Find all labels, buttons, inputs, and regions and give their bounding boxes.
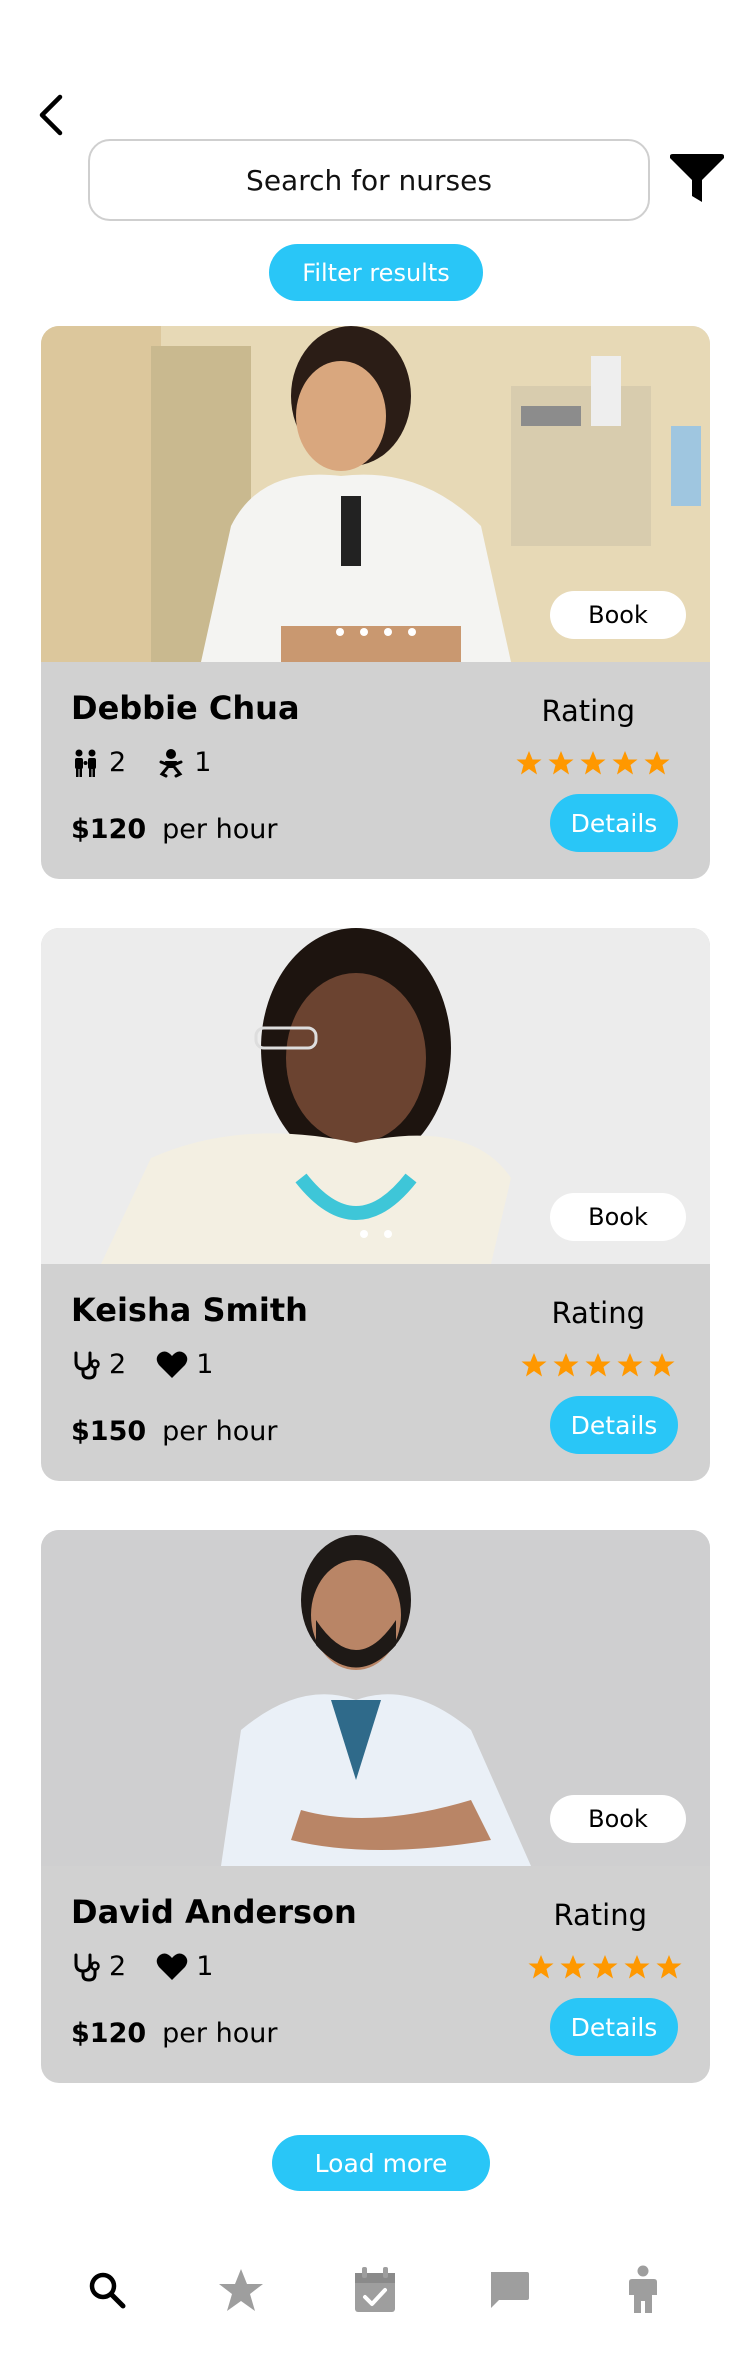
star-icon: [617, 1353, 643, 1377]
pagination-dot[interactable]: [335, 628, 344, 636]
nurse-photo[interactable]: Book: [41, 1530, 710, 1866]
rating-stars: [521, 1352, 675, 1378]
stethoscope-icon: [74, 1953, 100, 1982]
price-amount: $120: [71, 2018, 147, 2049]
star-icon: [560, 1955, 586, 1979]
search-placeholder: Search for nurses: [246, 163, 492, 197]
details-button[interactable]: Details: [550, 1396, 678, 1454]
nurse-stats: 2 1: [71, 1951, 235, 1982]
nurse-photo[interactable]: Book: [41, 928, 710, 1264]
book-button[interactable]: Book: [550, 1795, 686, 1843]
load-more-button[interactable]: Load more: [272, 2135, 490, 2191]
heart-icon: [156, 1953, 188, 1980]
heart-icon: [156, 1351, 188, 1378]
star-icon: [521, 1353, 547, 1377]
price: $120 per hour: [71, 814, 277, 845]
person-icon: [629, 2265, 657, 2313]
rating-label: Rating: [551, 1296, 646, 1330]
nurse-stats: 2 1: [71, 747, 233, 778]
pagination-dot[interactable]: [383, 628, 392, 636]
pagination-dot[interactable]: [359, 628, 368, 636]
price-unit: per hour: [162, 1416, 278, 1447]
star-icon: [649, 1353, 675, 1377]
nurse-stats: 2 1: [71, 1349, 235, 1380]
search-input[interactable]: Search for nurses: [88, 139, 650, 221]
nurse-card: Book David Anderson 2 1 $120 per hour Ra…: [41, 1530, 710, 2083]
price-unit: per hour: [162, 2018, 278, 2049]
rating-label: Rating: [553, 1898, 648, 1932]
stethoscope-icon: [74, 1351, 100, 1380]
pagination-dot[interactable]: [407, 628, 416, 636]
family-icon: [75, 749, 96, 777]
price-unit: per hour: [162, 814, 278, 845]
nav-profile[interactable]: [615, 2262, 671, 2318]
star-icon: [656, 1955, 682, 1979]
star-icon: [580, 751, 606, 775]
star-icon: [553, 1353, 579, 1377]
star-icon: [528, 1955, 554, 1979]
nurse-card: Book Keisha Smith 2 1 $150 per hour Rati…: [41, 928, 710, 1481]
bottom-nav: [0, 2250, 750, 2330]
pagination-dot[interactable]: [359, 1230, 368, 1238]
star-icon: [548, 751, 574, 775]
rating-stars: [528, 1954, 682, 1980]
star-icon: [585, 1353, 611, 1377]
nurse-name: Debbie Chua: [71, 689, 300, 727]
star-icon: [219, 2269, 263, 2311]
star-icon: [624, 1955, 650, 1979]
back-button[interactable]: [30, 90, 70, 140]
rating-label: Rating: [541, 694, 636, 728]
filter-button[interactable]: [668, 152, 726, 206]
nurse-name: Keisha Smith: [71, 1291, 308, 1329]
filter-results-button[interactable]: Filter results: [269, 244, 483, 301]
star-icon: [516, 751, 542, 775]
price: $150 per hour: [71, 1416, 277, 1447]
pagination-dot[interactable]: [383, 1230, 392, 1238]
nav-search[interactable]: [79, 2262, 135, 2318]
nav-bookings[interactable]: [347, 2262, 403, 2318]
funnel-icon: [670, 154, 724, 202]
price-amount: $150: [71, 1416, 147, 1447]
star-icon: [592, 1955, 618, 1979]
nav-messages[interactable]: [481, 2262, 537, 2318]
rating-stars: [516, 750, 670, 776]
chevron-left-icon: [39, 94, 63, 136]
chat-icon: [491, 2272, 529, 2308]
calendar-check-icon: [355, 2267, 395, 2312]
nurse-name: David Anderson: [71, 1893, 357, 1931]
search-icon: [89, 2272, 126, 2309]
details-button[interactable]: Details: [550, 794, 678, 852]
book-button[interactable]: Book: [550, 1193, 686, 1241]
price-amount: $120: [71, 814, 147, 845]
nav-favorites[interactable]: [213, 2262, 269, 2318]
nurse-card: Book Debbie Chua 2 1 $120 per hour Ratin…: [41, 326, 710, 879]
baby-icon: [159, 748, 183, 777]
nurse-photo[interactable]: Book: [41, 326, 710, 662]
price: $120 per hour: [71, 2018, 277, 2049]
star-icon: [612, 751, 638, 775]
star-icon: [644, 751, 670, 775]
details-button[interactable]: Details: [550, 1998, 678, 2056]
book-button[interactable]: Book: [550, 591, 686, 639]
